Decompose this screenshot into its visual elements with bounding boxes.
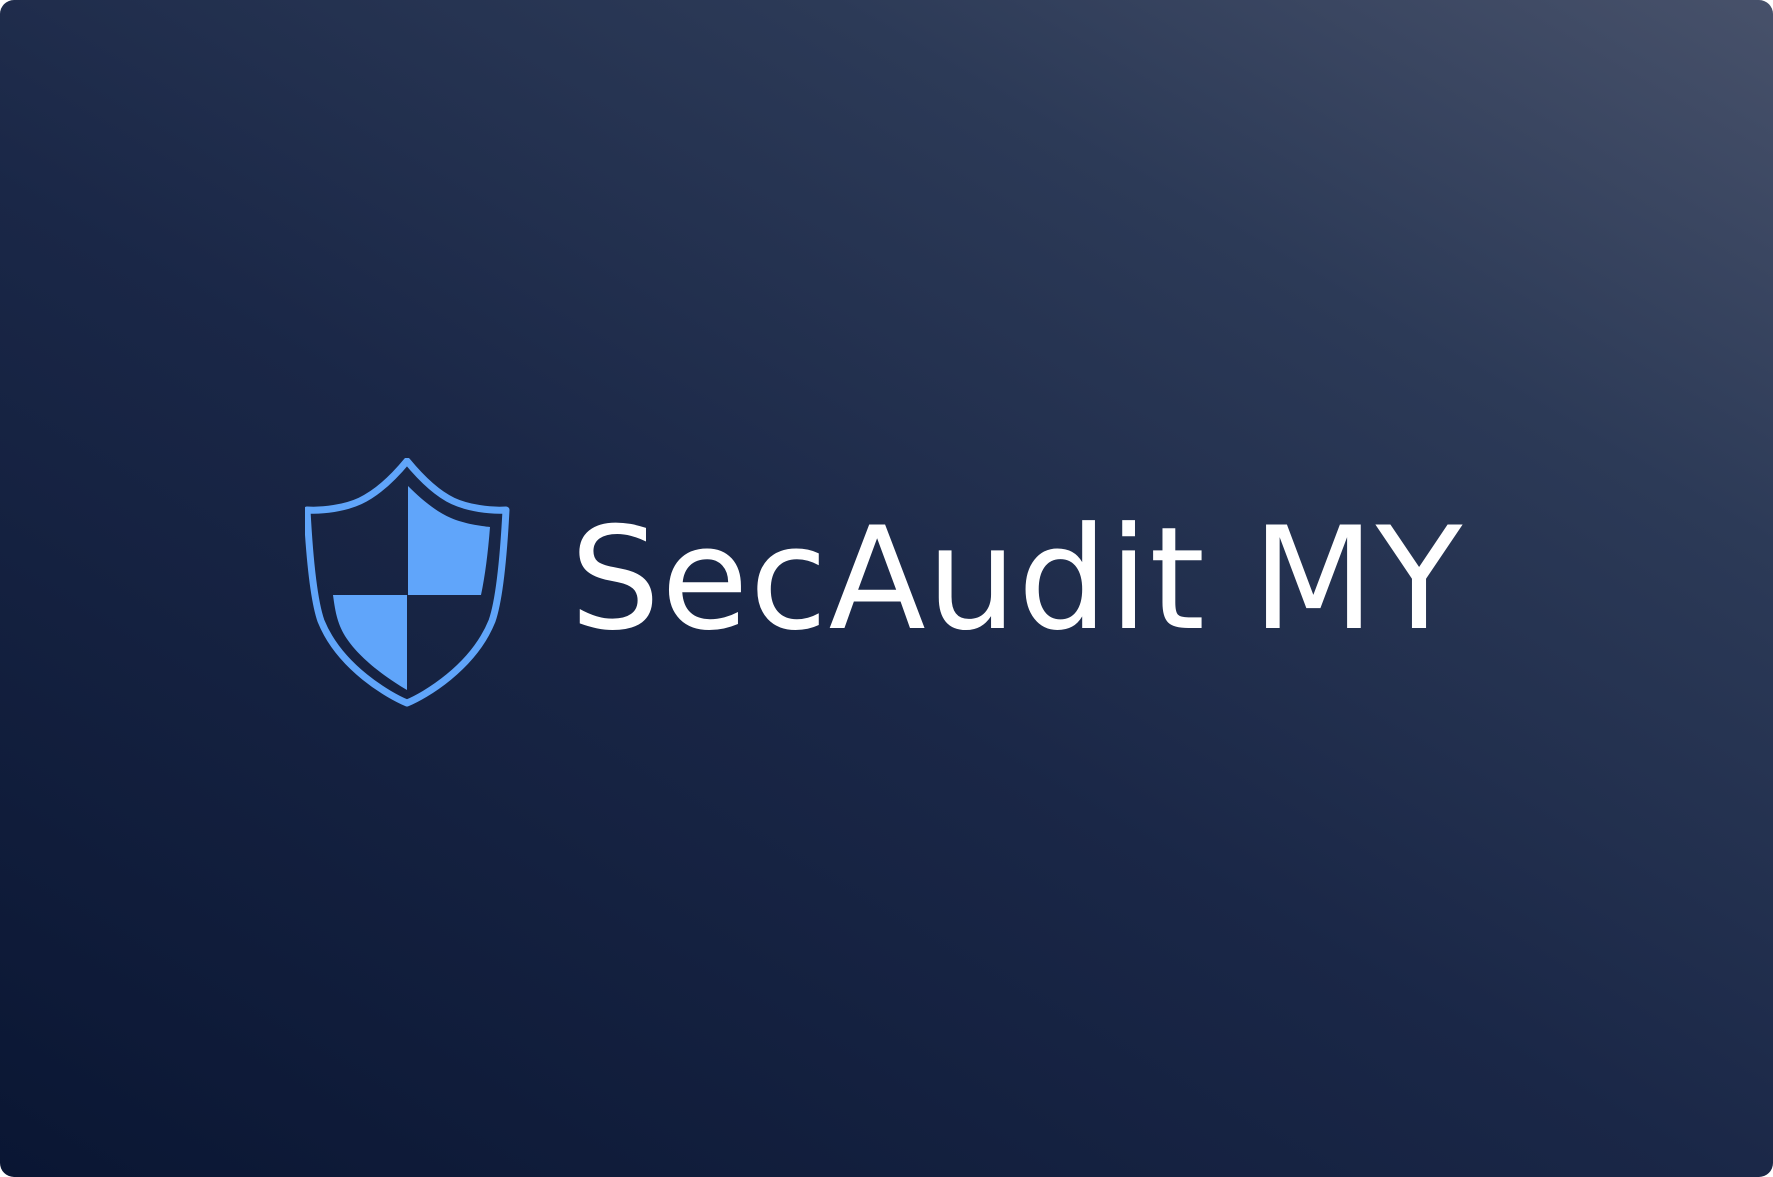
brand-banner: SecAudit MY (0, 0, 1773, 1177)
brand-name: SecAudit MY (570, 497, 1464, 662)
shield-icon (305, 458, 515, 708)
